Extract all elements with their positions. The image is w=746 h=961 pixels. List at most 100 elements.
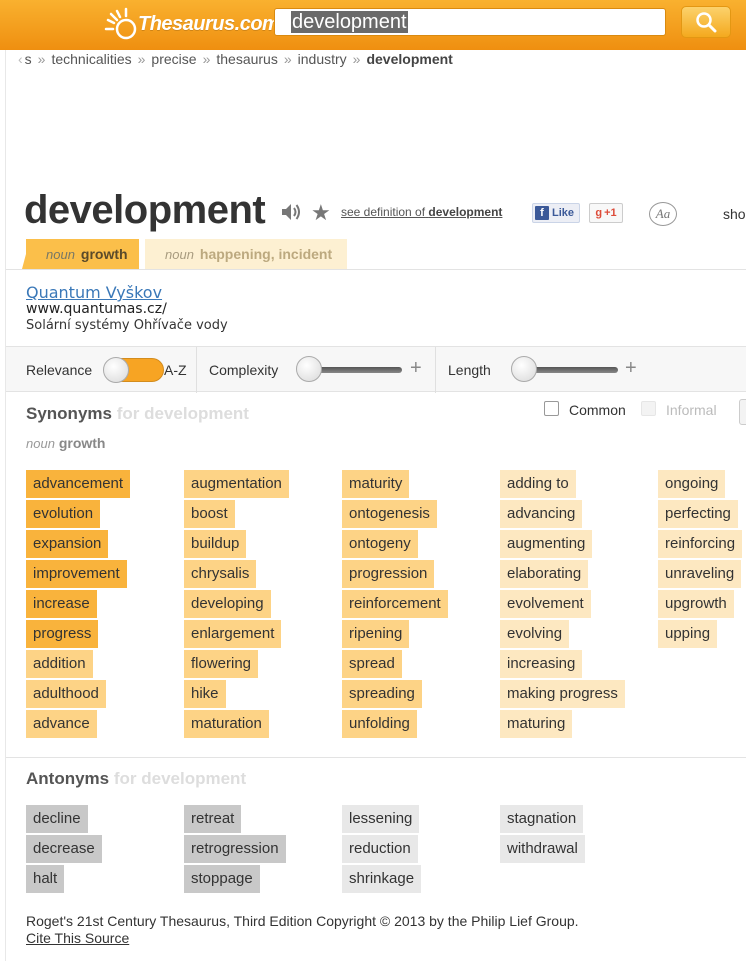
synonym-link[interactable]: augmentation <box>184 470 289 498</box>
synonym-link[interactable]: ongoing <box>658 470 726 498</box>
divider <box>6 269 746 270</box>
synonym-link[interactable]: spreading <box>342 680 422 708</box>
search-input[interactable]: development <box>274 8 666 36</box>
antonym-link[interactable]: shrinkage <box>342 865 422 893</box>
synonym-link[interactable]: maturation <box>184 710 269 738</box>
clipped-control[interactable] <box>739 399 746 425</box>
antonym-link[interactable]: reduction <box>342 835 418 863</box>
informal-checkbox[interactable] <box>641 401 656 416</box>
synonym-link[interactable]: advancing <box>500 500 583 528</box>
synonym-link[interactable]: making progress <box>500 680 625 708</box>
synonym-link[interactable]: adding to <box>500 470 576 498</box>
ad-url: www.quantumas.cz/ <box>26 301 167 317</box>
antonym-link[interactable]: lessening <box>342 805 420 833</box>
toggle-knob[interactable] <box>103 357 129 383</box>
synonym-link[interactable]: upping <box>658 620 718 648</box>
synonym-link[interactable]: flowering <box>184 650 259 678</box>
antonym-link[interactable]: decrease <box>26 835 102 863</box>
show-link-clipped[interactable]: sho <box>723 206 746 222</box>
breadcrumb-current: development <box>366 51 453 67</box>
complexity-plus-icon[interactable]: + <box>410 357 422 380</box>
synonym-link[interactable]: ripening <box>342 620 410 648</box>
tab-sense-happening[interactable]: noun happening, incident <box>145 239 347 269</box>
synonym-link[interactable]: progress <box>26 620 99 648</box>
synonym-link[interactable]: upgrowth <box>658 590 734 618</box>
breadcrumb-item[interactable]: industry <box>298 51 347 67</box>
synonym-link[interactable]: enlargement <box>184 620 282 648</box>
synonym-link[interactable]: advance <box>26 710 97 738</box>
cite-source-link[interactable]: Cite This Source <box>26 930 129 946</box>
synonym-link[interactable]: addition <box>26 650 93 678</box>
speaker-icon[interactable] <box>280 202 302 222</box>
synonym-link[interactable]: advancement <box>26 470 131 498</box>
synonym-link[interactable]: evolving <box>500 620 570 648</box>
search-icon <box>696 12 717 33</box>
sort-toggle[interactable] <box>103 357 164 383</box>
synonyms-sense-label: noun growth <box>26 435 106 451</box>
sun-logo-icon <box>104 7 137 40</box>
az-label: A-Z <box>164 362 187 378</box>
synonym-link[interactable]: ontogenesis <box>342 500 437 528</box>
antonym-link[interactable]: stoppage <box>184 865 260 893</box>
synonym-link[interactable]: evolution <box>26 500 101 528</box>
synonym-link[interactable]: hike <box>184 680 226 708</box>
top-bar: Thesaurus.com development <box>0 0 746 50</box>
length-slider-handle[interactable] <box>511 356 537 382</box>
breadcrumb-item[interactable]: technicalities <box>51 51 131 67</box>
synonym-link[interactable]: reinforcement <box>342 590 448 618</box>
breadcrumb-item[interactable]: s <box>25 51 32 67</box>
facebook-like-button[interactable]: f Like <box>532 203 580 223</box>
see-definition-link[interactable]: see definition of development <box>341 205 502 219</box>
synonym-link[interactable]: boost <box>184 500 235 528</box>
antonym-link[interactable]: decline <box>26 805 88 833</box>
breadcrumb-item[interactable]: thesaurus <box>216 51 277 67</box>
synonym-link[interactable]: improvement <box>26 560 127 588</box>
synonym-link[interactable]: spread <box>342 650 402 678</box>
antonym-link[interactable]: retreat <box>184 805 242 833</box>
synonym-link[interactable]: perfecting <box>658 500 738 528</box>
synonym-link[interactable]: progression <box>342 560 435 588</box>
page-title: development <box>24 188 266 232</box>
synonym-link[interactable]: unfolding <box>342 710 417 738</box>
antonym-link[interactable]: stagnation <box>500 805 584 833</box>
copyright-text: Roget's 21st Century Thesaurus, Third Ed… <box>26 913 579 929</box>
font-size-toggle[interactable]: Aa <box>649 202 677 226</box>
star-icon[interactable]: ★ <box>311 200 331 226</box>
site-logo[interactable]: Thesaurus.com <box>104 4 280 44</box>
logo-text: Thesaurus.com <box>138 12 280 35</box>
complexity-label: Complexity <box>209 362 279 378</box>
synonym-link[interactable]: developing <box>184 590 271 618</box>
antonym-link[interactable]: halt <box>26 865 65 893</box>
synonym-link[interactable]: augmenting <box>500 530 593 558</box>
synonym-link[interactable]: increase <box>26 590 97 618</box>
antonyms-heading: Antonyms for development <box>26 769 247 788</box>
antonym-link[interactable]: retrogression <box>184 835 286 863</box>
filter-bar: Relevance A-Z Complexity + Length + <box>6 346 746 393</box>
tab-sense-growth[interactable]: noun growth <box>22 239 139 269</box>
length-plus-icon[interactable]: + <box>625 357 637 380</box>
breadcrumb: ‹ s» technicalities» precise» thesaurus» indu… <box>18 51 453 67</box>
synonym-link[interactable]: maturity <box>342 470 410 498</box>
google-plus-button[interactable]: g +1 <box>589 203 623 223</box>
synonym-link[interactable]: unraveling <box>658 560 742 588</box>
relevance-label: Relevance <box>26 362 93 378</box>
synonym-link[interactable]: maturing <box>500 710 573 738</box>
synonym-link[interactable]: elaborating <box>500 560 589 588</box>
antonym-link[interactable]: withdrawal <box>500 835 585 863</box>
synonym-link[interactable]: chrysalis <box>184 560 257 588</box>
synonym-link[interactable]: reinforcing <box>658 530 743 558</box>
synonym-link[interactable]: adulthood <box>26 680 106 708</box>
breadcrumb-item[interactable]: precise <box>151 51 196 67</box>
search-button[interactable] <box>681 6 731 38</box>
synonym-link[interactable]: buildup <box>184 530 247 558</box>
chevron-left-icon[interactable]: ‹ <box>18 51 23 67</box>
common-checkbox[interactable] <box>544 401 559 416</box>
ad-title-link[interactable]: Quantum Vyškov <box>26 283 162 302</box>
google-g-icon: g <box>595 207 603 219</box>
search-input-value: development <box>291 11 408 33</box>
synonym-link[interactable]: expansion <box>26 530 109 558</box>
synonym-link[interactable]: increasing <box>500 650 583 678</box>
complexity-slider-handle[interactable] <box>296 356 322 382</box>
synonym-link[interactable]: evolvement <box>500 590 591 618</box>
synonym-link[interactable]: ontogeny <box>342 530 418 558</box>
